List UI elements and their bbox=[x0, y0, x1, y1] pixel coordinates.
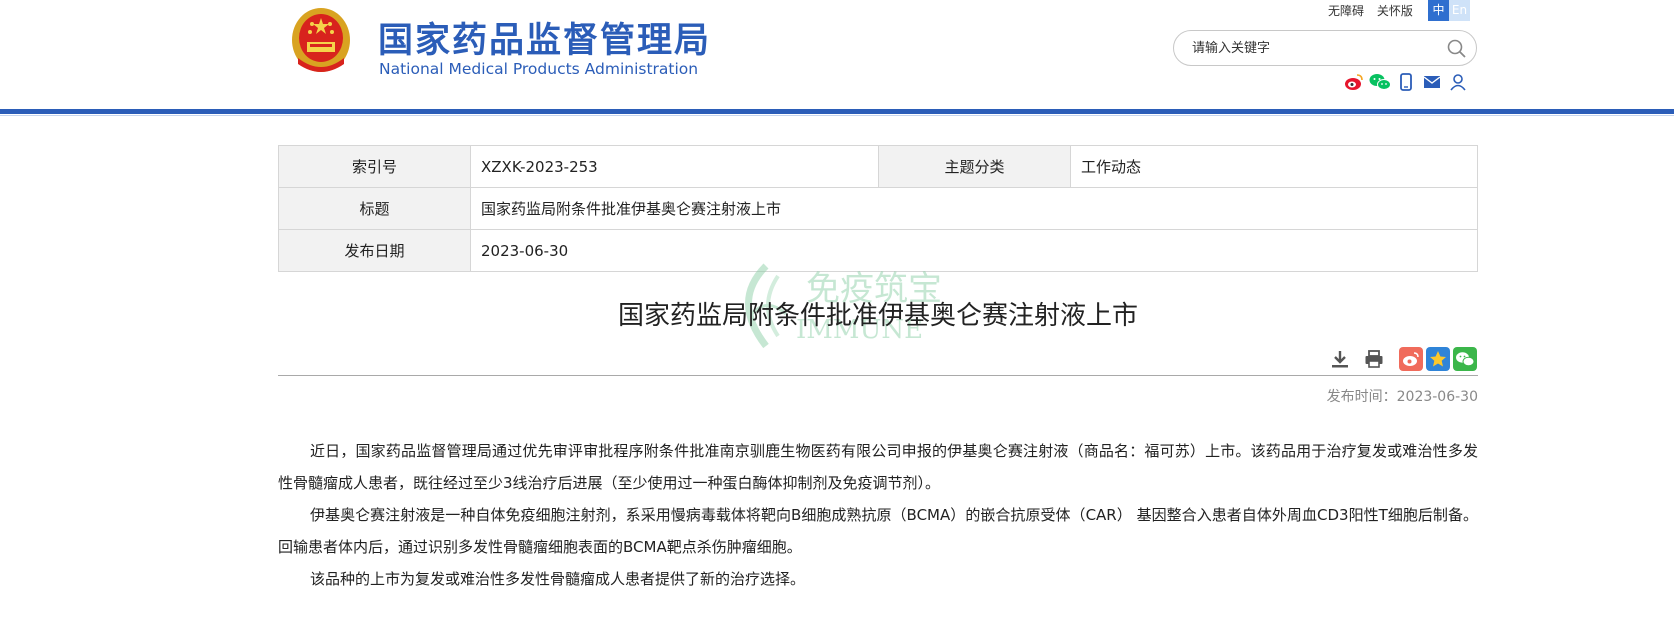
site-header: 国家药品监督管理局 National Medical Products Admi… bbox=[0, 0, 1674, 104]
national-emblem-icon[interactable] bbox=[290, 6, 352, 78]
lang-en-button[interactable]: En bbox=[1449, 0, 1470, 21]
header-divider bbox=[0, 109, 1674, 114]
meta-row-index: 索引号 XZXK-2023-253 主题分类 工作动态 bbox=[278, 145, 1478, 188]
site-title-en[interactable]: National Medical Products Administration bbox=[379, 60, 698, 78]
index-label: 索引号 bbox=[278, 145, 471, 188]
date-label: 发布日期 bbox=[278, 229, 471, 272]
title-value: 国家药监局附条件批准伊基奥仑赛注射液上市 bbox=[470, 187, 1478, 230]
download-icon[interactable] bbox=[1328, 347, 1352, 371]
search-icon[interactable] bbox=[1446, 38, 1468, 60]
article-meta-table: 索引号 XZXK-2023-253 主题分类 工作动态 标题 国家药监局附条件批… bbox=[278, 145, 1478, 272]
article-body: 近日，国家药品监督管理局通过优先审评审批程序附条件批准南京驯鹿生物医药有限公司申… bbox=[278, 435, 1478, 595]
share-buttons bbox=[1399, 347, 1477, 371]
mobile-icon[interactable] bbox=[1395, 71, 1417, 93]
elder-mode-link[interactable]: 关怀版 bbox=[1377, 4, 1413, 18]
share-weibo-icon[interactable] bbox=[1399, 347, 1423, 371]
print-icon[interactable] bbox=[1362, 347, 1386, 371]
social-icons bbox=[1343, 71, 1469, 93]
article-paragraph: 伊基奥仑赛注射液是一种自体免疫细胞注射剂，系采用慢病毒载体将靶向B细胞成熟抗原（… bbox=[278, 506, 1478, 556]
accessibility-link[interactable]: 无障碍 bbox=[1328, 4, 1364, 18]
category-value: 工作动态 bbox=[1070, 145, 1478, 188]
title-label: 标题 bbox=[278, 187, 471, 230]
mail-icon[interactable] bbox=[1421, 71, 1443, 93]
article-tools bbox=[1328, 347, 1386, 371]
search-input[interactable] bbox=[1192, 37, 1432, 59]
lang-cn-button[interactable]: 中 bbox=[1428, 0, 1449, 21]
publish-time: 发布时间：2023-06-30 bbox=[1326, 389, 1478, 405]
share-qzone-icon[interactable] bbox=[1426, 347, 1450, 371]
article-title: 国家药监局附条件批准伊基奥仑赛注射液上市 bbox=[617, 301, 1138, 331]
date-value: 2023-06-30 bbox=[470, 229, 1478, 272]
top-links: 无障碍 关怀版 bbox=[1328, 2, 1422, 19]
weibo-icon[interactable] bbox=[1343, 71, 1365, 93]
article-paragraph: 该品种的上市为复发或难治性多发性骨髓瘤成人患者提供了新的治疗选择。 bbox=[310, 570, 806, 588]
share-wechat-icon[interactable] bbox=[1453, 347, 1477, 371]
user-icon[interactable] bbox=[1447, 71, 1469, 93]
category-label: 主题分类 bbox=[878, 145, 1071, 188]
site-title-cn[interactable]: 国家药品监督管理局 bbox=[378, 12, 711, 63]
header-divider-light bbox=[0, 115, 1674, 116]
meta-row-title: 标题 国家药监局附条件批准伊基奥仑赛注射液上市 bbox=[278, 187, 1478, 230]
title-divider bbox=[278, 375, 1478, 376]
article-paragraph: 近日，国家药品监督管理局通过优先审评审批程序附条件批准南京驯鹿生物医药有限公司申… bbox=[278, 442, 1478, 492]
index-value: XZXK-2023-253 bbox=[470, 145, 879, 188]
wechat-icon[interactable] bbox=[1369, 71, 1391, 93]
search-box bbox=[1173, 30, 1477, 66]
